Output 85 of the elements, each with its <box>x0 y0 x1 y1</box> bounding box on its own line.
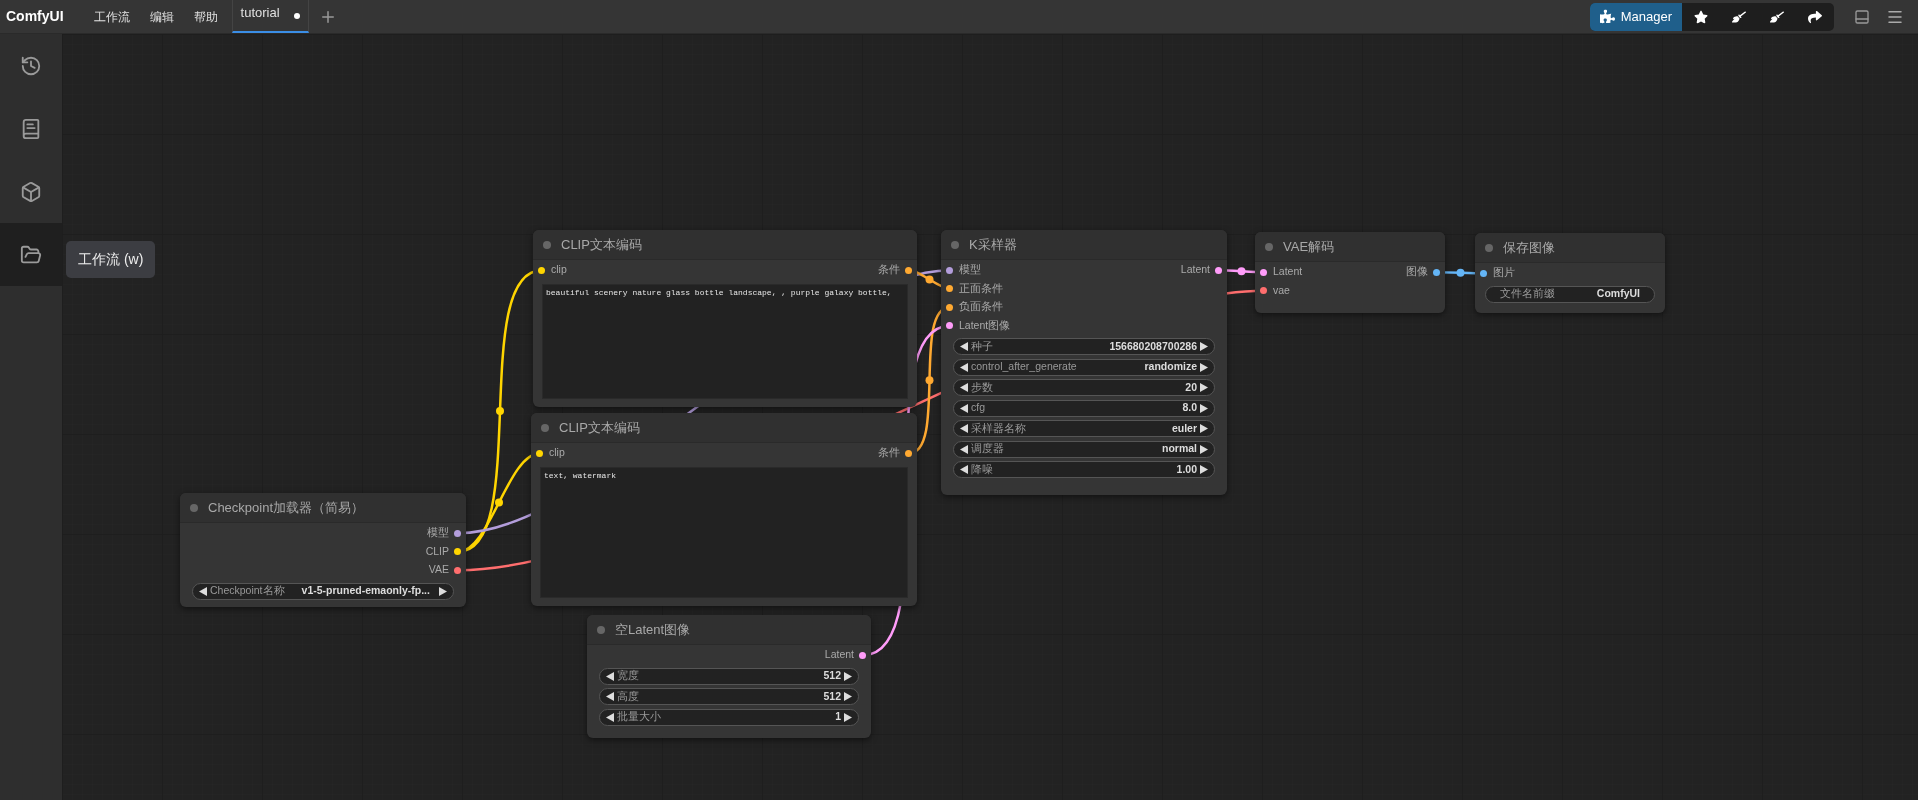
slot-label: 负面条件 <box>959 299 1003 315</box>
share-icon <box>1808 9 1822 24</box>
decrement-arrow-icon <box>960 342 968 351</box>
menu-item[interactable]: 编辑 <box>139 0 184 33</box>
prompt-textarea[interactable]: beautiful scenery nature glass bottle landscape, , purple galaxy bottle, <box>542 283 908 399</box>
increment-arrow-icon <box>1200 342 1208 351</box>
app-logo: ComfyUI <box>6 7 64 26</box>
increment-arrow-icon <box>844 692 852 701</box>
workflow-tab[interactable]: tutorial <box>231 0 309 33</box>
increment-arrow-icon <box>844 712 852 722</box>
broom-icon <box>1732 9 1746 24</box>
node-title: VAE解码 <box>1283 237 1335 256</box>
node-card[interactable]: CLIP文本编码 clip 条件 beautiful scenery nature glass bottle landscape, , purple galaxy bottle, <box>533 230 917 407</box>
slot-label: Latent <box>1273 264 1303 280</box>
node-card[interactable]: Checkpoint加载器（简易） 模型 CLIP VAE Checkpoint名称 v1-5-pruned-emaonly-fp... <box>180 493 466 607</box>
number-widget[interactable]: 宽度 512 <box>599 667 859 685</box>
increment-arrow-icon <box>1200 362 1208 372</box>
book-icon <box>20 117 42 140</box>
manager-button[interactable]: Manager <box>1589 2 1682 31</box>
decrement-arrow-icon <box>960 383 968 392</box>
slot-label: vae <box>1273 282 1290 298</box>
number-widget[interactable]: 批量大小 1 <box>599 708 859 726</box>
combo-widget[interactable]: 采样器名称 euler <box>953 420 1215 437</box>
increment-arrow-icon <box>844 671 852 681</box>
prompt-textarea[interactable]: text, watermark <box>540 466 908 598</box>
number-widget[interactable]: 步数 20 <box>953 379 1215 396</box>
slot-label: 模型 <box>427 525 449 541</box>
slot-label: clip <box>551 262 567 278</box>
slot-label: 条件 <box>878 262 900 278</box>
slot-label: 图片 <box>1493 265 1515 281</box>
increment-arrow-icon <box>1200 403 1208 413</box>
slot-label: CLIP <box>425 543 449 559</box>
node-card[interactable]: 空Latent图像 Latent 宽度 512 高度 512 批量大小 1 <box>587 615 871 738</box>
increment-arrow-icon <box>439 586 447 596</box>
slot-label: 正面条件 <box>959 280 1003 296</box>
decrement-arrow-icon <box>960 444 968 454</box>
menu-item[interactable]: 工作流 <box>83 0 140 33</box>
number-widget[interactable]: 高度 512 <box>599 688 859 705</box>
node-card[interactable]: VAE解码 Latent 图像 vae <box>1255 232 1445 313</box>
decrement-arrow-icon <box>199 586 207 596</box>
node-card[interactable]: 保存图像 图片 文件名前缀 ComfyUI <box>1475 233 1665 313</box>
decrement-arrow-icon <box>960 362 968 372</box>
slot-label: 模型 <box>959 262 981 278</box>
number-widget[interactable]: 降噪 1.00 <box>953 461 1215 478</box>
puzzle-icon <box>1599 9 1615 24</box>
broom-icon <box>1770 9 1784 24</box>
node-title: 保存图像 <box>1503 238 1555 257</box>
combo-widget[interactable]: Checkpoint名称 v1-5-pruned-emaonly-fp... <box>192 582 454 600</box>
node-title: CLIP文本编码 <box>561 235 642 254</box>
decrement-arrow-icon <box>960 403 968 413</box>
slot-label: Latent <box>824 647 854 663</box>
slot-label: 图像 <box>1406 264 1428 280</box>
increment-arrow-icon <box>1200 383 1208 392</box>
node-title: Checkpoint加载器（简易） <box>208 498 365 517</box>
combo-widget[interactable]: control_after_generate randomize <box>953 358 1215 376</box>
node-card[interactable]: K采样器 模型 Latent 正面条件 负面条件 Latent图像 种子 156680208700286 control_after_generate randomize 步数 20 cfg 8.0 采样器名称 euler 调度器 normal 降噪 1.00 <box>941 230 1227 495</box>
number-widget[interactable]: cfg 8.0 <box>953 399 1215 417</box>
slot-label: VAE <box>428 562 449 578</box>
cube-icon <box>20 180 42 203</box>
increment-arrow-icon <box>1200 424 1208 433</box>
decrement-arrow-icon <box>606 671 614 681</box>
bottom-panel-icon <box>1854 8 1870 25</box>
history-icon <box>20 54 42 77</box>
text-widget[interactable]: 文件名前缀 ComfyUI <box>1485 285 1655 303</box>
menu-item[interactable]: 帮助 <box>183 0 228 33</box>
increment-arrow-icon <box>1200 444 1208 454</box>
sidebar-tab[interactable] <box>0 223 62 286</box>
node-title: CLIP文本编码 <box>559 418 640 437</box>
combo-widget[interactable]: 调度器 normal <box>953 440 1215 458</box>
increment-arrow-icon <box>1200 465 1208 474</box>
star-icon <box>1694 9 1708 24</box>
decrement-arrow-icon <box>606 692 614 701</box>
folder-icon <box>20 243 42 266</box>
decrement-arrow-icon <box>960 465 968 474</box>
tooltip: 工作流 (w) <box>66 241 156 278</box>
slot-label: Latent图像 <box>959 317 1011 333</box>
node-title: 空Latent图像 <box>615 620 691 639</box>
number-widget[interactable]: 种子 156680208700286 <box>953 338 1215 355</box>
slot-label: 条件 <box>878 445 900 461</box>
decrement-arrow-icon <box>606 712 614 722</box>
slot-label: clip <box>549 445 565 461</box>
node-card[interactable]: CLIP文本编码 clip 条件 text, watermark <box>531 413 917 606</box>
decrement-arrow-icon <box>960 424 968 433</box>
slot-label: Latent <box>1180 262 1210 278</box>
node-title: K采样器 <box>969 235 1017 254</box>
